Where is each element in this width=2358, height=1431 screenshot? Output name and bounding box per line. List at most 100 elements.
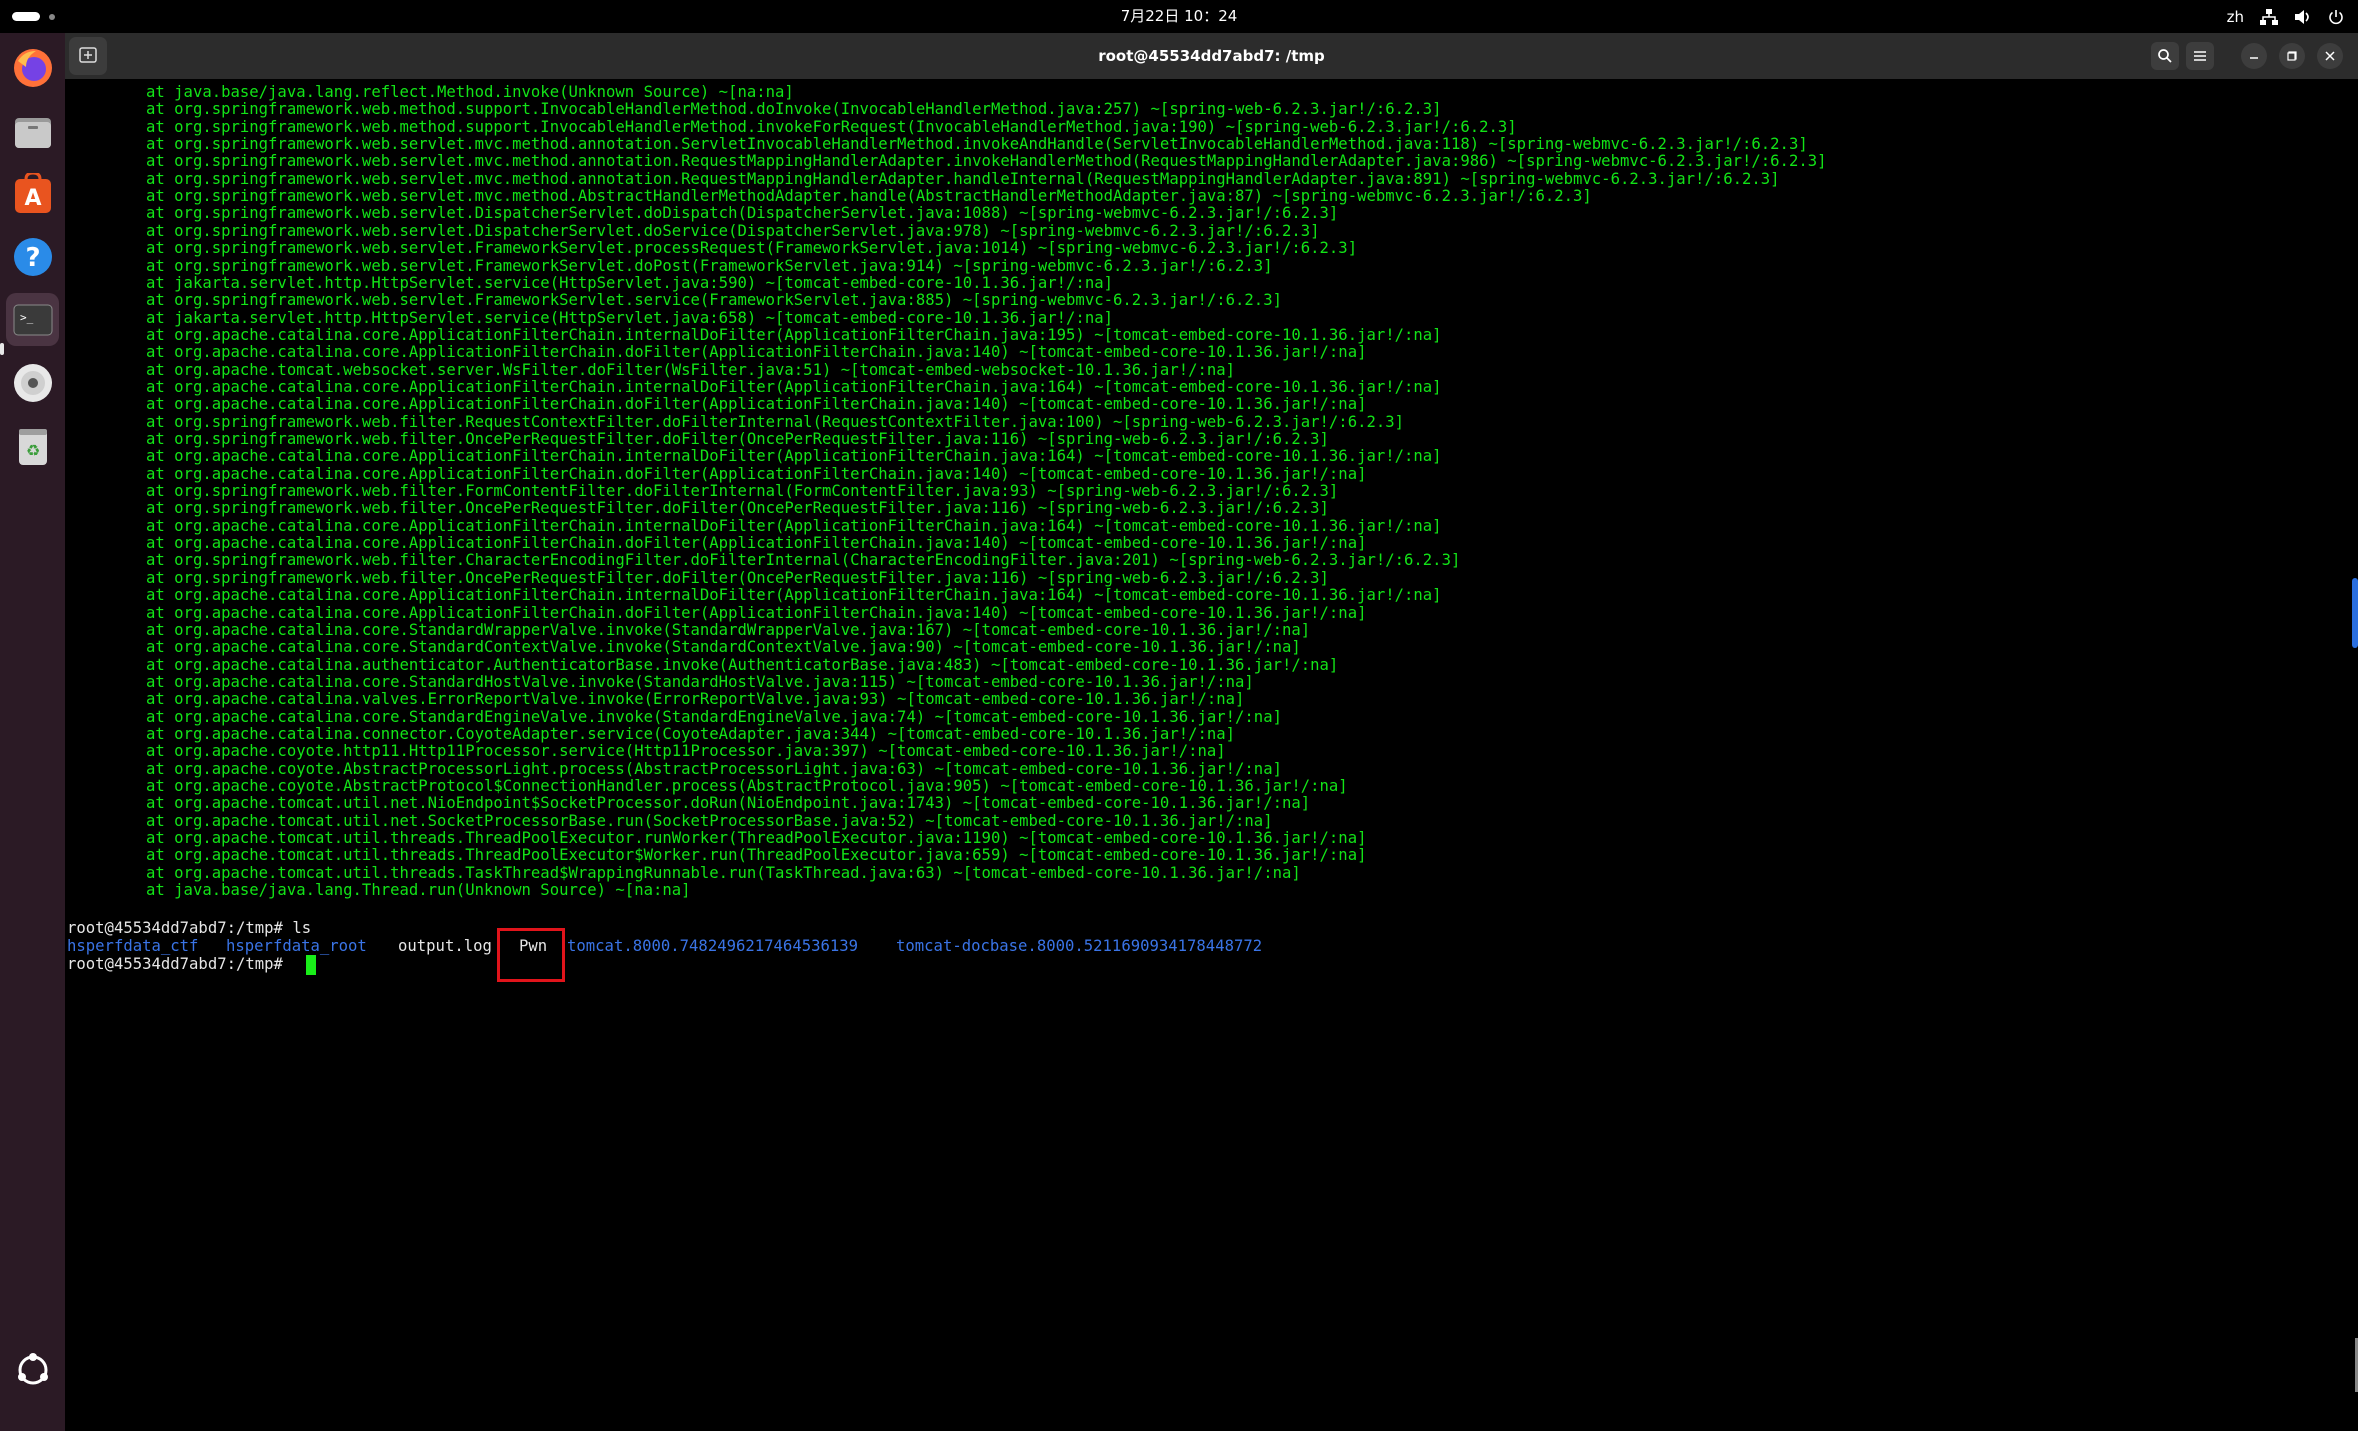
stack-trace-line: at org.apache.tomcat.websocket.server.Ws… <box>146 360 1236 379</box>
maximize-icon <box>2287 51 2297 61</box>
clock[interactable]: 7月22日 10：24 <box>0 0 2358 33</box>
minimize-button[interactable] <box>2241 43 2267 69</box>
new-tab-icon <box>79 47 97 63</box>
app-center-icon: A <box>15 173 51 213</box>
stack-trace-line: at org.apache.catalina.core.ApplicationF… <box>146 395 1367 414</box>
disc-icon <box>14 364 52 402</box>
header-bar[interactable]: root@45534dd7abd7: /tmp <box>65 33 2358 79</box>
stack-trace-line: at org.apache.catalina.core.ApplicationF… <box>146 586 1442 605</box>
trash-icon: ♻ <box>19 429 47 465</box>
dock-item-disc[interactable] <box>6 356 59 409</box>
stack-trace-line: at org.apache.catalina.core.ApplicationF… <box>146 516 1442 535</box>
ls-entry-dir: hsperfdata_root <box>226 937 367 955</box>
stack-trace-line: at org.springframework.web.servlet.Frame… <box>146 256 1273 275</box>
dock-item-app-center[interactable]: A <box>6 167 59 220</box>
terminal-icon: >_ <box>13 304 53 336</box>
menu-icon <box>2194 51 2206 61</box>
stack-trace-line: at org.apache.catalina.core.ApplicationF… <box>146 343 1367 362</box>
maximize-button[interactable] <box>2279 43 2305 69</box>
stack-trace-line: at org.apache.catalina.connector.CoyoteA… <box>146 724 1236 743</box>
stack-trace-line: at org.apache.tomcat.util.net.NioEndpoin… <box>146 794 1311 813</box>
dock-item-terminal[interactable]: >_ <box>6 293 59 346</box>
minimize-icon <box>2250 57 2258 59</box>
stack-trace-line: at org.springframework.web.servlet.mvc.m… <box>146 135 1808 154</box>
close-button[interactable] <box>2317 43 2343 69</box>
dock-item-help[interactable]: ? <box>6 230 59 283</box>
top-bar: 7月22日 10：24 zh <box>0 0 2358 33</box>
stack-trace-line: at org.springframework.web.filter.Reques… <box>146 412 1405 431</box>
stack-trace-line: at org.apache.tomcat.util.threads.TaskTh… <box>146 863 1301 882</box>
dock-item-show-apps[interactable] <box>6 1343 59 1396</box>
close-icon <box>2325 51 2335 61</box>
stack-trace-line: at org.springframework.web.method.suppor… <box>146 100 1442 119</box>
highlight-box <box>497 928 565 982</box>
prompt-line-ls: root@45534dd7abd7:/tmp# ls <box>67 919 312 937</box>
svg-text:?: ? <box>25 243 40 273</box>
svg-text:♻: ♻ <box>26 441 40 460</box>
stack-trace-line: at jakarta.servlet.http.HttpServlet.serv… <box>146 308 1113 327</box>
stack-trace-line: at org.springframework.web.servlet.Frame… <box>146 239 1358 258</box>
svg-text:>_: >_ <box>20 311 34 324</box>
stack-trace-line: at org.springframework.web.method.suppor… <box>146 117 1517 136</box>
stack-trace-line: at org.springframework.web.servlet.mvc.m… <box>146 169 1780 188</box>
help-icon: ? <box>14 238 52 276</box>
input-method-indicator[interactable]: zh <box>2227 8 2244 26</box>
stack-trace-line: at org.apache.catalina.core.ApplicationF… <box>146 325 1442 344</box>
ls-entry-dir: tomcat-docbase.8000.5211690934178448772 <box>896 937 1263 955</box>
network-icon[interactable] <box>2260 8 2278 25</box>
stack-trace-line: at org.springframework.web.servlet.Dispa… <box>146 221 1320 240</box>
stack-trace-line: at org.apache.coyote.AbstractProtocol$Co… <box>146 777 1348 795</box>
stack-trace-line: at org.apache.tomcat.util.threads.Thread… <box>146 829 1367 848</box>
stack-trace-line: at org.apache.tomcat.util.net.SocketProc… <box>146 811 1273 830</box>
stack-trace-line: at org.springframework.web.servlet.mvc.m… <box>146 152 1827 171</box>
dock: A ? >_ ♻ <box>0 33 65 1431</box>
power-icon[interactable] <box>2328 9 2344 25</box>
ls-entry-dir: hsperfdata_ctf <box>67 937 199 955</box>
system-tray[interactable]: zh <box>2227 0 2344 33</box>
stack-trace-line: at org.springframework.web.servlet.Frame… <box>146 291 1282 310</box>
stack-trace-line: at org.apache.catalina.core.StandardEngi… <box>146 707 1282 726</box>
svg-text:A: A <box>24 186 41 211</box>
stack-trace-line: at org.springframework.web.servlet.Dispa… <box>146 204 1339 223</box>
stack-trace-line: at org.apache.coyote.http11.Http11Proces… <box>146 742 1226 761</box>
volume-icon[interactable] <box>2294 9 2312 25</box>
stack-trace-line: at org.springframework.web.filter.OncePe… <box>146 568 1329 587</box>
stack-trace-line: at org.apache.catalina.core.ApplicationF… <box>146 464 1367 483</box>
stack-trace-line: at java.base/java.lang.reflect.Method.in… <box>146 83 794 101</box>
text-cursor <box>306 955 316 975</box>
terminal-output[interactable]: at java.base/java.lang.reflect.Method.in… <box>65 79 2358 1431</box>
search-button[interactable] <box>2151 42 2179 70</box>
stack-trace-line: at org.apache.catalina.valves.ErrorRepor… <box>146 690 1245 709</box>
stack-trace-line: at org.apache.catalina.core.StandardCont… <box>146 638 1301 657</box>
ls-entry-file: output.log <box>398 937 492 955</box>
stack-trace-line: at org.springframework.web.servlet.mvc.m… <box>146 187 1592 206</box>
stack-trace-line: at org.springframework.web.filter.Charac… <box>146 551 1461 570</box>
stack-trace-line: at org.springframework.web.filter.FormCo… <box>146 482 1339 501</box>
ls-entry-dir: tomcat.8000.7482496217464536139 <box>567 937 859 955</box>
scrollbar-thumb[interactable] <box>2352 578 2358 648</box>
dock-item-firefox[interactable] <box>6 41 59 94</box>
new-tab-button[interactable] <box>69 37 107 75</box>
stack-trace-line: at org.apache.catalina.core.StandardWrap… <box>146 620 1311 639</box>
stack-trace-line: at org.apache.tomcat.util.threads.Thread… <box>146 846 1367 865</box>
stack-trace-line: at org.apache.catalina.core.ApplicationF… <box>146 534 1367 553</box>
dock-item-files[interactable] <box>6 104 59 157</box>
menu-button[interactable] <box>2186 42 2214 70</box>
dock-item-trash[interactable]: ♻ <box>6 419 59 472</box>
running-indicator <box>0 343 4 355</box>
stack-trace-line: at org.apache.catalina.authenticator.Aut… <box>146 655 1339 674</box>
stack-trace-line: at org.apache.catalina.core.StandardHost… <box>146 672 1254 691</box>
stack-trace-line: at org.springframework.web.filter.OncePe… <box>146 430 1329 448</box>
stack-trace-line: at org.apache.coyote.AbstractProcessorLi… <box>146 759 1282 778</box>
stack-trace-line: at java.base/java.lang.Thread.run(Unknow… <box>146 881 691 900</box>
firefox-icon <box>14 49 52 87</box>
search-icon <box>2158 49 2172 63</box>
prompt-line-current: root@45534dd7abd7:/tmp# <box>67 955 283 973</box>
terminal-window: root@45534dd7abd7: /tmp at java.base/jav… <box>65 33 2358 1431</box>
stack-trace-line: at jakarta.servlet.http.HttpServlet.serv… <box>146 273 1113 292</box>
stack-trace-line: at org.apache.catalina.core.ApplicationF… <box>146 377 1442 396</box>
files-icon <box>15 118 51 148</box>
stack-trace-line: at org.springframework.web.filter.OncePe… <box>146 499 1329 518</box>
stack-trace-line: at org.apache.catalina.core.ApplicationF… <box>146 603 1367 622</box>
stack-trace-line: at org.apache.catalina.core.ApplicationF… <box>146 447 1442 466</box>
